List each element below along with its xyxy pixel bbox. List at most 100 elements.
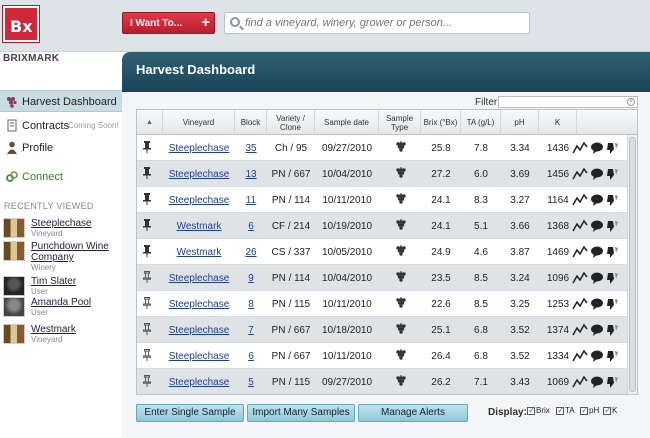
comment-icon[interactable] <box>591 168 603 181</box>
trend-icon[interactable] <box>572 323 588 336</box>
cell-block[interactable]: 6 <box>235 221 267 232</box>
cell-block[interactable]: 7 <box>235 325 267 336</box>
comment-icon[interactable] <box>591 142 603 155</box>
unpinned-icon[interactable] <box>143 375 151 387</box>
table-row[interactable]: Steeplechase 35 Ch / 95 09/27/2010 25.8 7.8 3.… <box>137 135 627 161</box>
brixmark-logo[interactable]: Bx <box>3 6 39 42</box>
cell-block[interactable]: 35 <box>235 143 267 154</box>
table-row[interactable]: Steeplechase 13 PN / 667 10/04/2010 27.2 6.0 3… <box>137 161 627 187</box>
sidebar-item-profile[interactable]: Profile <box>0 137 124 159</box>
import-many-samples-button[interactable]: Import Many Samples <box>247 404 355 422</box>
alert-icon[interactable] <box>607 351 618 362</box>
column-sample-date[interactable]: Sample date <box>315 110 379 135</box>
trend-icon[interactable] <box>572 219 588 232</box>
pin-icon[interactable] <box>143 219 151 231</box>
sidebar-item-connect[interactable]: Connect <box>0 166 124 188</box>
alert-icon[interactable] <box>607 221 618 232</box>
pin-icon[interactable] <box>143 245 151 257</box>
table-row[interactable]: Steeplechase 5 PN / 115 09/27/2010 26.2 7.1 3.… <box>137 369 627 394</box>
cell-block[interactable]: 11 <box>235 195 267 206</box>
cell-vineyard[interactable]: Steeplechase <box>163 351 235 362</box>
trend-icon[interactable] <box>572 349 588 362</box>
pin-icon[interactable] <box>143 193 151 205</box>
cell-vineyard[interactable]: Steeplechase <box>163 143 235 154</box>
cell-vineyard[interactable]: Westmark <box>163 247 235 258</box>
recent-item-name[interactable]: Amanda Pool <box>31 297 123 308</box>
alert-icon[interactable] <box>607 247 618 258</box>
table-row[interactable]: Westmark 6 CF / 214 10/19/2010 24.1 5.1 3.66 13… <box>137 213 627 239</box>
trend-icon[interactable] <box>572 245 588 258</box>
cell-block[interactable]: 13 <box>235 169 267 180</box>
alert-icon[interactable] <box>607 299 618 310</box>
sidebar-item-contracts[interactable]: Contracts Coming Soon! <box>0 115 124 137</box>
clear-filter-icon[interactable]: × <box>627 98 635 106</box>
alert-icon[interactable] <box>607 273 618 284</box>
column-variety[interactable]: Variety / Clone <box>267 110 315 135</box>
unpinned-icon[interactable] <box>143 271 151 283</box>
recent-item-name[interactable]: Westmark <box>31 324 123 335</box>
table-row[interactable]: Westmark 26 CS / 337 10/05/2010 24.9 4.6 3.87 1… <box>137 239 627 265</box>
table-row[interactable]: Steeplechase 9 PN / 114 10/04/2010 23.5 8.5 3.… <box>137 265 627 291</box>
sort-column-header[interactable]: ▲ <box>137 110 163 135</box>
search-box[interactable] <box>224 12 530 34</box>
filter-input[interactable] <box>498 96 638 108</box>
column-brix[interactable]: Brix (°Bx) <box>421 110 461 135</box>
cell-block[interactable]: 9 <box>235 273 267 284</box>
cell-block[interactable]: 5 <box>235 377 267 388</box>
sidebar-item-harvest-dashboard[interactable]: Harvest Dashboard <box>0 90 124 112</box>
comment-icon[interactable] <box>591 324 603 337</box>
display-k-checkbox[interactable]: K <box>603 405 617 416</box>
cell-vineyard[interactable]: Steeplechase <box>163 169 235 180</box>
comment-icon[interactable] <box>591 350 603 363</box>
pin-icon[interactable] <box>143 167 151 179</box>
alert-icon[interactable] <box>607 377 618 388</box>
cell-vineyard[interactable]: Steeplechase <box>163 299 235 310</box>
display-ta-checkbox[interactable]: TA <box>556 405 575 416</box>
table-row[interactable]: Steeplechase 6 PN / 667 10/11/2010 26.4 6.8 3.… <box>137 343 627 369</box>
column-k[interactable]: K <box>539 110 577 135</box>
cell-vineyard[interactable]: Steeplechase <box>163 377 235 388</box>
enter-single-sample-button[interactable]: Enter Single Sample <box>136 404 244 422</box>
cell-vineyard[interactable]: Steeplechase <box>163 195 235 206</box>
cell-vineyard[interactable]: Westmark <box>163 221 235 232</box>
table-scrollbar[interactable] <box>627 135 637 394</box>
manage-alerts-button[interactable]: Manage Alerts <box>358 404 468 422</box>
table-row[interactable]: Steeplechase 11 PN / 114 10/11/2010 24.1 8.3 3… <box>137 187 627 213</box>
unpinned-icon[interactable] <box>143 323 151 335</box>
alert-icon[interactable] <box>607 143 618 154</box>
display-brix-checkbox[interactable]: Brix <box>527 405 550 416</box>
comment-icon[interactable] <box>591 298 603 311</box>
display-ph-checkbox[interactable]: pH <box>580 405 599 416</box>
trend-icon[interactable] <box>572 297 588 310</box>
table-row[interactable]: Steeplechase 8 PN / 115 10/11/2010 22.6 8.5 3.… <box>137 291 627 317</box>
trend-icon[interactable] <box>572 193 588 206</box>
trend-icon[interactable] <box>572 271 588 284</box>
table-row[interactable]: Steeplechase 7 PN / 667 10/18/2010 25.1 6.8 3.… <box>137 317 627 343</box>
recent-item-name[interactable]: Tim Slater <box>31 276 123 287</box>
search-input[interactable] <box>245 15 525 31</box>
comment-icon[interactable] <box>591 220 603 233</box>
comment-icon[interactable] <box>591 272 603 285</box>
cell-block[interactable]: 26 <box>235 247 267 258</box>
alert-icon[interactable] <box>607 169 618 180</box>
column-block[interactable]: Block <box>235 110 267 135</box>
unpinned-icon[interactable] <box>143 297 151 309</box>
cell-block[interactable]: 6 <box>235 351 267 362</box>
recent-item-name[interactable]: Punchdown Wine Company <box>31 241 123 263</box>
column-vineyard[interactable]: Vineyard <box>163 110 235 135</box>
i-want-to-button[interactable]: I Want To... + <box>122 12 215 34</box>
trend-icon[interactable] <box>572 167 588 180</box>
column-ta[interactable]: TA (g/L) <box>461 110 501 135</box>
trend-icon[interactable] <box>572 141 588 154</box>
pin-icon[interactable] <box>143 141 151 153</box>
alert-icon[interactable] <box>607 325 618 336</box>
scrollbar-thumb[interactable] <box>629 137 636 392</box>
recent-item-name[interactable]: Steeplechase <box>31 218 123 229</box>
cell-block[interactable]: 8 <box>235 299 267 310</box>
column-sample-type[interactable]: Sample Type <box>379 110 421 135</box>
comment-icon[interactable] <box>591 376 603 389</box>
unpinned-icon[interactable] <box>143 349 151 361</box>
alert-icon[interactable] <box>607 195 618 206</box>
comment-icon[interactable] <box>591 194 603 207</box>
comment-icon[interactable] <box>591 246 603 259</box>
